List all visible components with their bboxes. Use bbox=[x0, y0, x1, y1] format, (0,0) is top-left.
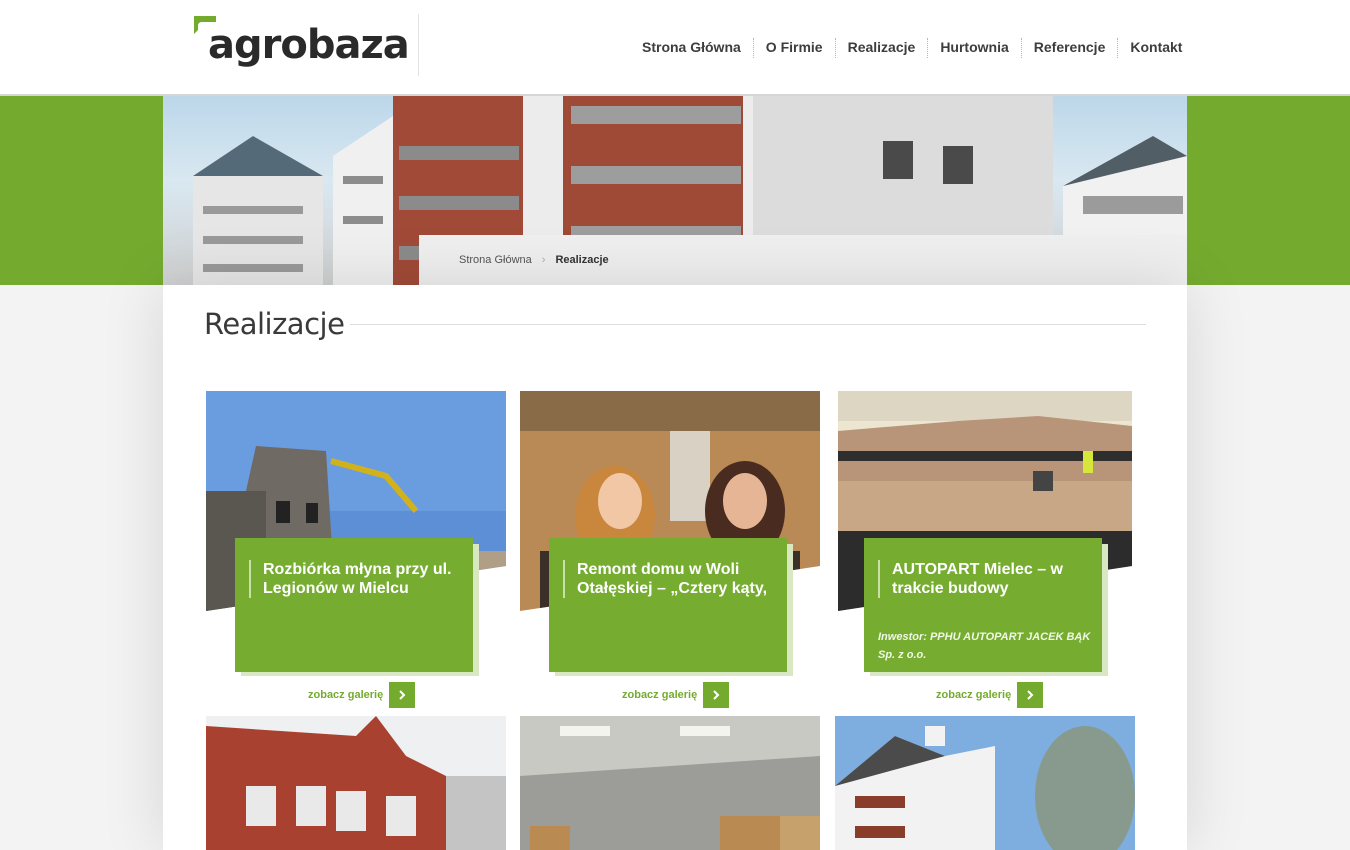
card-title[interactable]: Rozbiórka młyna przy ul. Legionów w Miel… bbox=[249, 560, 459, 598]
chevron-right-icon[interactable] bbox=[703, 682, 730, 708]
card-image[interactable] bbox=[520, 716, 820, 850]
header-divider bbox=[418, 14, 419, 76]
project-card: Remont domu w Woli Otałęskiej – „Cztery … bbox=[520, 391, 820, 711]
nav-referencje[interactable]: Referencje bbox=[1020, 38, 1118, 58]
view-gallery-link[interactable]: zobacz galerię bbox=[622, 682, 730, 708]
view-gallery-label[interactable]: zobacz galerię bbox=[936, 689, 1011, 701]
chevron-right-icon[interactable] bbox=[1017, 682, 1044, 708]
logo-text: agrobaza bbox=[208, 22, 410, 68]
card-image[interactable] bbox=[835, 716, 1135, 850]
breadcrumb-separator: › bbox=[541, 254, 546, 266]
card-panel: AUTOPART Mielec – w trakcie budowy Inwes… bbox=[864, 538, 1102, 672]
nav-o-firmie[interactable]: O Firmie bbox=[752, 38, 835, 58]
card-panel: Remont domu w Woli Otałęskiej – „Cztery … bbox=[549, 538, 787, 672]
view-gallery-label[interactable]: zobacz galerię bbox=[308, 689, 383, 701]
main-content: Realizacje Rozbiórka młyna przy ul. Legi… bbox=[163, 285, 1187, 850]
card-panel: Rozbiórka młyna przy ul. Legionów w Miel… bbox=[235, 538, 473, 672]
view-gallery-label[interactable]: zobacz galerię bbox=[622, 689, 697, 701]
nav-realizacje[interactable]: Realizacje bbox=[834, 38, 928, 58]
view-gallery-link[interactable]: zobacz galerię bbox=[936, 682, 1044, 708]
main-nav: Strona Główna O Firmie Realizacje Hurtow… bbox=[630, 38, 1194, 58]
page-title: Realizacje bbox=[204, 307, 351, 341]
breadcrumb-current: Realizacje bbox=[555, 254, 609, 266]
breadcrumb-home[interactable]: Strona Główna bbox=[459, 254, 532, 266]
site-header: agrobaza Strona Główna O Firmie Realizac… bbox=[0, 0, 1350, 96]
project-card: Rozbiórka młyna przy ul. Legionów w Miel… bbox=[206, 391, 506, 711]
nav-kontakt[interactable]: Kontakt bbox=[1117, 38, 1194, 58]
nav-strona-glowna[interactable]: Strona Główna bbox=[630, 38, 753, 58]
card-investor: Inwestor: PPHU AUTOPART JACEK BĄK Sp. z … bbox=[878, 631, 1091, 661]
card-title[interactable]: Remont domu w Woli Otałęskiej – „Cztery … bbox=[563, 560, 773, 598]
breadcrumb: Strona Główna › Realizacje bbox=[419, 235, 1187, 285]
card-image[interactable] bbox=[206, 716, 506, 850]
chevron-right-icon[interactable] bbox=[389, 682, 416, 708]
project-card: AUTOPART Mielec – w trakcie budowy Inwes… bbox=[838, 391, 1138, 711]
title-divider bbox=[323, 324, 1146, 325]
nav-hurtownia[interactable]: Hurtownia bbox=[927, 38, 1020, 58]
view-gallery-link[interactable]: zobacz galerię bbox=[308, 682, 416, 708]
card-title[interactable]: AUTOPART Mielec – w trakcie budowy bbox=[878, 560, 1088, 598]
logo[interactable]: agrobaza bbox=[194, 16, 410, 68]
